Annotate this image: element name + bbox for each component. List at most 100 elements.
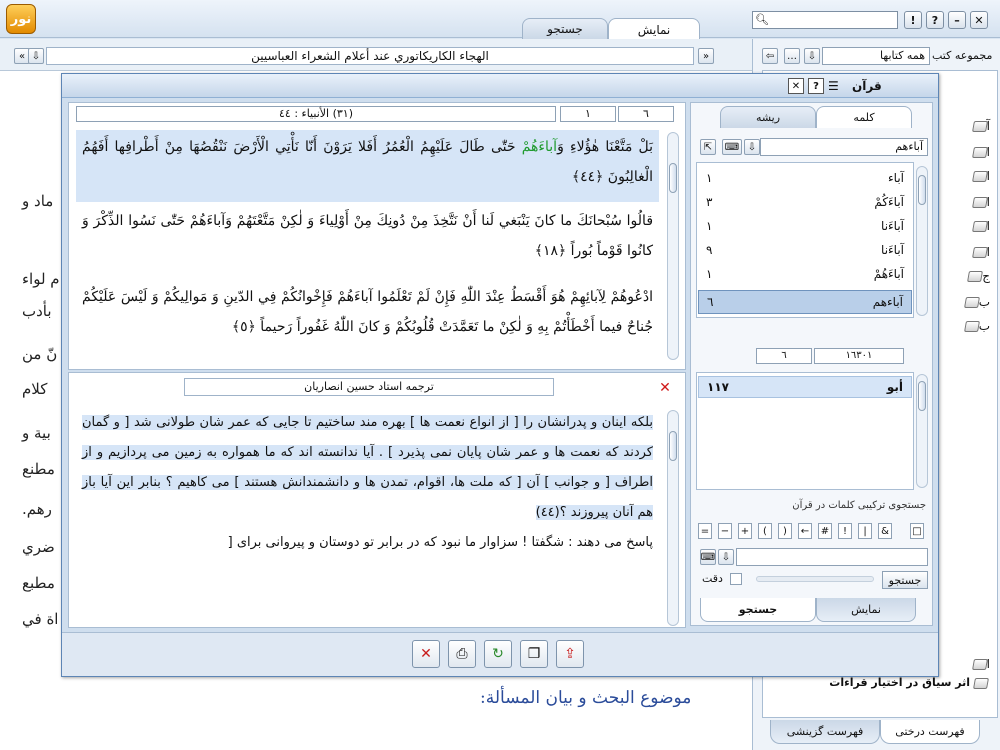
collection-select[interactable]: همه کتابها — [822, 47, 930, 65]
scroll-right-icon[interactable]: » — [698, 48, 714, 64]
tree-item-last[interactable]: اثر سیاق در اختیار قراءات — [770, 676, 970, 689]
word-list-scrollbar[interactable] — [916, 166, 928, 316]
tab-root[interactable]: ریشه — [720, 106, 816, 128]
scroll-thumb[interactable] — [669, 163, 677, 193]
more-icon[interactable]: … — [784, 48, 800, 64]
export-icon[interactable]: ⇪ — [556, 640, 584, 668]
op-button[interactable]: □ — [910, 523, 924, 539]
verse-text: ادْعُوهُمْ لِآبائِهِمْ هُوَ أَقْسَطُ عِن… — [372, 289, 654, 305]
precision-checkbox[interactable] — [730, 573, 742, 585]
tab-tree-index[interactable]: فهرست درختی — [880, 720, 980, 744]
book-icon — [963, 296, 980, 308]
close-button-icon[interactable]: ✕ — [412, 640, 440, 668]
combo-search-button[interactable]: جستجو — [882, 571, 928, 589]
alert-icon[interactable]: ! — [904, 11, 922, 29]
word-tab-search[interactable]: جستجو — [700, 598, 816, 622]
combo-search-input[interactable] — [736, 548, 928, 566]
word-count: ٣ — [706, 195, 713, 209]
doc-fragment: ضري — [22, 538, 55, 556]
tree-item[interactable]: آ — [950, 118, 990, 134]
word-row[interactable]: ١ آباءَنا — [698, 214, 912, 238]
dropdown-icon[interactable]: ⇩ — [744, 139, 760, 155]
dropdown-icon[interactable]: ⇩ — [28, 48, 44, 64]
document-title: الهجاء الكاريكاتوري عند أعلام الشعراء ال… — [46, 47, 694, 65]
keyboard-icon[interactable]: ⌨ — [722, 139, 742, 155]
word-search-input[interactable]: آباءهم — [760, 138, 928, 156]
dialog-close-icon[interactable]: ✕ — [788, 78, 804, 94]
tree-item[interactable]: ا — [950, 656, 990, 672]
op-button[interactable]: | — [858, 523, 872, 539]
op-button[interactable]: ( — [758, 523, 772, 539]
word-row[interactable]: ٣ آباءَکُمْ — [698, 190, 912, 214]
verse-block[interactable]: بَلْ مَتَّعْنَا هٰؤُلاءِ وَآباءَهُمْ حَت… — [76, 130, 659, 202]
main-tab-display[interactable]: نمایش — [608, 18, 700, 40]
scroll-thumb[interactable] — [918, 381, 926, 411]
root-row[interactable]: ١١٧ أبو — [698, 376, 912, 398]
copy-icon[interactable]: ❐ — [520, 640, 548, 668]
dropdown-icon[interactable]: ⇩ — [718, 549, 734, 565]
word-label: آباءَهُمْ — [873, 267, 904, 281]
op-button[interactable]: ← — [798, 523, 812, 539]
op-button[interactable]: # — [818, 523, 832, 539]
doc-fragment: اة في — [22, 610, 59, 628]
keyboard-icon[interactable]: ⌨ — [700, 549, 716, 565]
book-icon — [973, 678, 989, 689]
quran-scrollbar[interactable] — [667, 132, 679, 360]
verse-ref-left[interactable]: ٦ — [618, 106, 674, 122]
word-label: آباءَنا — [881, 219, 904, 233]
search-icon: 🔍︎ — [755, 13, 769, 26]
op-button[interactable]: = — [698, 523, 712, 539]
translation-close-icon[interactable]: ✕ — [657, 380, 673, 396]
tree-item-label: ب — [978, 295, 990, 309]
back-icon[interactable]: ⇦ — [762, 48, 778, 64]
tree-item[interactable]: ب — [950, 294, 990, 310]
word-label: آباء — [888, 171, 904, 185]
doc-fragment: بية و — [22, 424, 51, 442]
tree-item-label: ج — [982, 269, 990, 283]
close-icon[interactable]: ✕ — [970, 11, 988, 29]
tree-item[interactable]: ب — [950, 318, 990, 334]
word-count: ٦ — [707, 295, 714, 309]
print-icon[interactable]: ⎙ — [448, 640, 476, 668]
doc-fragment: مطبع — [22, 574, 55, 592]
tree-item[interactable]: ا — [950, 218, 990, 234]
word-row[interactable]: ١ آباء — [698, 166, 912, 190]
op-button[interactable]: ! — [838, 523, 852, 539]
verse-block[interactable]: قالُوا سُبْحانَكَ ما كانَ يَنْبَغي لَنا … — [76, 204, 659, 274]
minimize-icon[interactable]: – — [948, 11, 966, 29]
precision-label: دقت — [702, 572, 723, 585]
tree-item[interactable]: ا — [950, 144, 990, 160]
main-tab-search[interactable]: جستجو — [522, 18, 608, 39]
tab-word[interactable]: کلمه — [816, 106, 912, 128]
help-icon[interactable]: ? — [926, 11, 944, 29]
op-button[interactable]: + — [738, 523, 752, 539]
tree-item[interactable]: ا — [950, 168, 990, 184]
word-row[interactable]: ٩ آباءَنا — [698, 238, 912, 262]
word-row[interactable]: ١ آباءَهُمْ — [698, 262, 912, 286]
app-logo-icon[interactable]: نور — [6, 4, 36, 34]
op-button[interactable]: − — [718, 523, 732, 539]
export-word-icon[interactable]: ⇱ — [700, 139, 716, 155]
tree-item[interactable]: ا — [950, 194, 990, 210]
scroll-thumb[interactable] — [669, 431, 677, 461]
word-row-selected[interactable]: ٦ آباءهم — [698, 290, 912, 314]
tree-item[interactable]: ا — [950, 244, 990, 260]
verse-block[interactable]: ادْعُوهُمْ لِآبائِهِمْ هُوَ أَقْسَطُ عِن… — [76, 280, 659, 350]
book-icon — [967, 270, 984, 282]
scroll-thumb[interactable] — [918, 175, 926, 205]
root-list-scrollbar[interactable] — [916, 374, 928, 488]
dialog-help-icon[interactable]: ? — [808, 78, 824, 94]
word-tab-display[interactable]: نمایش — [816, 598, 916, 622]
dialog-title: قرآن — [852, 79, 882, 93]
op-button[interactable]: ) — [778, 523, 792, 539]
word-label: آباءَکُمْ — [874, 195, 904, 209]
global-search-input[interactable]: 🔍︎ — [752, 11, 898, 29]
translation-scrollbar[interactable] — [667, 410, 679, 626]
dropdown-icon[interactable]: ⇩ — [804, 48, 820, 64]
op-button[interactable]: & — [878, 523, 892, 539]
tab-selective-index[interactable]: فهرست گزینشی — [770, 720, 880, 744]
verse-ref-mid[interactable]: ١ — [560, 106, 616, 122]
precision-slider[interactable] — [756, 576, 874, 582]
tree-item[interactable]: ج — [950, 268, 990, 284]
refresh-icon[interactable]: ↻ — [484, 640, 512, 668]
